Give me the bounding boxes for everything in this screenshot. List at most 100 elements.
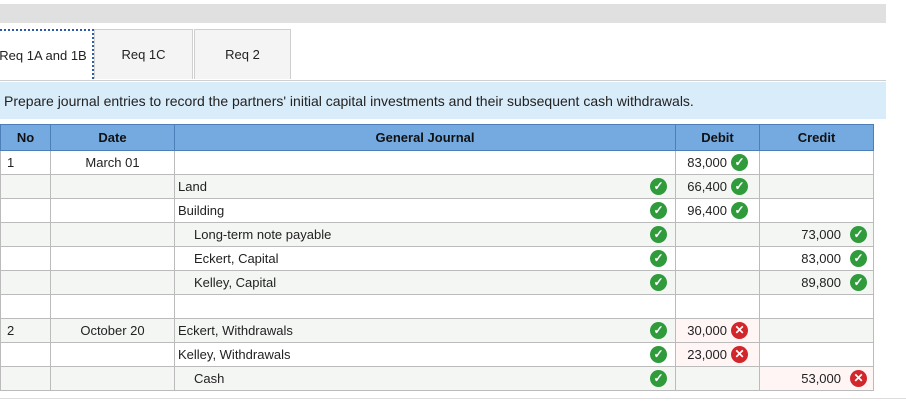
bottom-divider (0, 398, 906, 399)
account-cell[interactable]: Kelley, Withdrawals ✓ (174, 342, 676, 367)
header-general-journal: General Journal (174, 124, 676, 151)
account-cell-value: Long-term note payable (194, 227, 332, 242)
check-icon: ✓ (650, 178, 667, 195)
account-cell[interactable]: Eckert, Withdrawals ✓ (174, 318, 676, 343)
check-icon: ✓ (650, 322, 667, 339)
check-icon: ✓ (850, 226, 867, 243)
credit-cell[interactable] (759, 294, 874, 319)
account-cell[interactable]: Kelley, Capital ✓ (174, 270, 676, 295)
account-cell-value: Cash (194, 371, 225, 386)
table-row: Long-term note payable ✓ 73,000 ✓ (0, 222, 874, 247)
tab-bar: Req 1A and 1B Req 1C Req 2 (0, 29, 906, 81)
account-cell-value: Eckert, Capital (194, 251, 279, 266)
check-icon: ✓ (650, 274, 667, 291)
tab-req-2[interactable]: Req 2 (194, 29, 291, 79)
date-cell[interactable] (50, 222, 175, 247)
table-row: Cash ✓ 53,000 ✕ (0, 366, 874, 391)
check-icon: ✓ (650, 346, 667, 363)
entry-number-cell[interactable]: 1 (0, 150, 51, 175)
date-cell[interactable]: March 01 (50, 150, 175, 175)
debit-cell-value: 66,400 (687, 179, 727, 194)
tab-label: Req 2 (225, 47, 260, 62)
header-no: No (0, 124, 51, 151)
instruction-text: Prepare journal entries to record the pa… (4, 92, 694, 109)
entry-number-cell[interactable] (0, 198, 51, 223)
date-cell[interactable] (50, 246, 175, 271)
debit-cell-value: 83,000 (687, 155, 727, 170)
entry-number-cell[interactable] (0, 222, 51, 247)
debit-cell[interactable] (675, 366, 760, 391)
entry-number-cell[interactable] (0, 174, 51, 199)
entry-number-cell-value: 2 (7, 323, 15, 338)
table-row: Kelley, Withdrawals ✓ 23,000 ✕ (0, 342, 874, 367)
table-header-row: No Date General Journal Debit Credit (0, 124, 874, 151)
x-icon: ✕ (850, 370, 867, 387)
credit-cell[interactable] (759, 318, 874, 343)
account-cell[interactable] (174, 294, 676, 319)
entry-number-cell[interactable] (0, 294, 51, 319)
credit-cell-value: 83,000 (801, 251, 841, 266)
credit-cell[interactable] (759, 150, 874, 175)
account-cell-value: Eckert, Withdrawals (178, 323, 293, 338)
credit-cell[interactable] (759, 174, 874, 199)
account-cell-value: Land (178, 179, 207, 194)
account-cell[interactable]: Long-term note payable ✓ (174, 222, 676, 247)
entry-number-cell[interactable] (0, 246, 51, 271)
entry-number-cell[interactable] (0, 270, 51, 295)
debit-cell[interactable] (675, 270, 760, 295)
debit-cell[interactable] (675, 294, 760, 319)
entry-number-cell[interactable] (0, 366, 51, 391)
credit-cell-value: 53,000 (801, 371, 841, 386)
account-cell-value: Kelley, Withdrawals (178, 347, 291, 362)
debit-cell-value: 23,000 (687, 347, 727, 362)
check-icon: ✓ (650, 250, 667, 267)
check-icon: ✓ (731, 154, 748, 171)
debit-cell[interactable]: 30,000 ✕ (675, 318, 760, 343)
date-cell[interactable] (50, 294, 175, 319)
check-icon: ✓ (650, 226, 667, 243)
account-cell[interactable]: Eckert, Capital ✓ (174, 246, 676, 271)
debit-cell[interactable]: 23,000 ✕ (675, 342, 760, 367)
check-icon: ✓ (731, 178, 748, 195)
entry-number-cell[interactable] (0, 342, 51, 367)
debit-cell[interactable]: 96,400 ✓ (675, 198, 760, 223)
table-row: Kelley, Capital ✓ 89,800 ✓ (0, 270, 874, 295)
account-cell-value: Kelley, Capital (194, 275, 277, 290)
table-row: Land ✓ 66,400 ✓ (0, 174, 874, 199)
tab-divider (0, 80, 886, 81)
credit-cell[interactable]: 83,000 ✓ (759, 246, 874, 271)
entry-number-cell[interactable]: 2 (0, 318, 51, 343)
credit-cell[interactable] (759, 198, 874, 223)
header-date: Date (50, 124, 175, 151)
check-icon: ✓ (850, 274, 867, 291)
date-cell[interactable] (50, 198, 175, 223)
date-cell[interactable] (50, 174, 175, 199)
debit-cell[interactable]: 66,400 ✓ (675, 174, 760, 199)
credit-cell[interactable]: 53,000 ✕ (759, 366, 874, 391)
account-cell[interactable]: Cash ✓ (174, 366, 676, 391)
debit-cell[interactable] (675, 222, 760, 247)
tab-label: Req 1A and 1B (0, 47, 87, 63)
credit-cell[interactable] (759, 342, 874, 367)
tab-req-1a-1b[interactable]: Req 1A and 1B (0, 29, 94, 79)
header-debit: Debit (675, 124, 760, 151)
tab-req-1c[interactable]: Req 1C (94, 29, 193, 79)
tab-label: Req 1C (121, 47, 166, 62)
account-cell[interactable]: Land ✓ (174, 174, 676, 199)
debit-cell[interactable]: 83,000 ✓ (675, 150, 760, 175)
credit-cell-value: 89,800 (801, 275, 841, 290)
date-cell[interactable] (50, 270, 175, 295)
top-bar (0, 4, 886, 23)
date-cell[interactable]: October 20 (50, 318, 175, 343)
entry-number-cell-value: 1 (7, 155, 15, 170)
date-cell[interactable] (50, 366, 175, 391)
credit-cell[interactable]: 73,000 ✓ (759, 222, 874, 247)
table-row: 2 October 20 Eckert, Withdrawals ✓ 30,000 ✕ (0, 318, 874, 343)
account-cell[interactable] (174, 150, 676, 175)
debit-cell[interactable] (675, 246, 760, 271)
credit-cell[interactable]: 89,800 ✓ (759, 270, 874, 295)
instruction-banner: Prepare journal entries to record the pa… (0, 82, 886, 119)
account-cell[interactable]: Building ✓ (174, 198, 676, 223)
date-cell[interactable] (50, 342, 175, 367)
header-credit: Credit (759, 124, 874, 151)
